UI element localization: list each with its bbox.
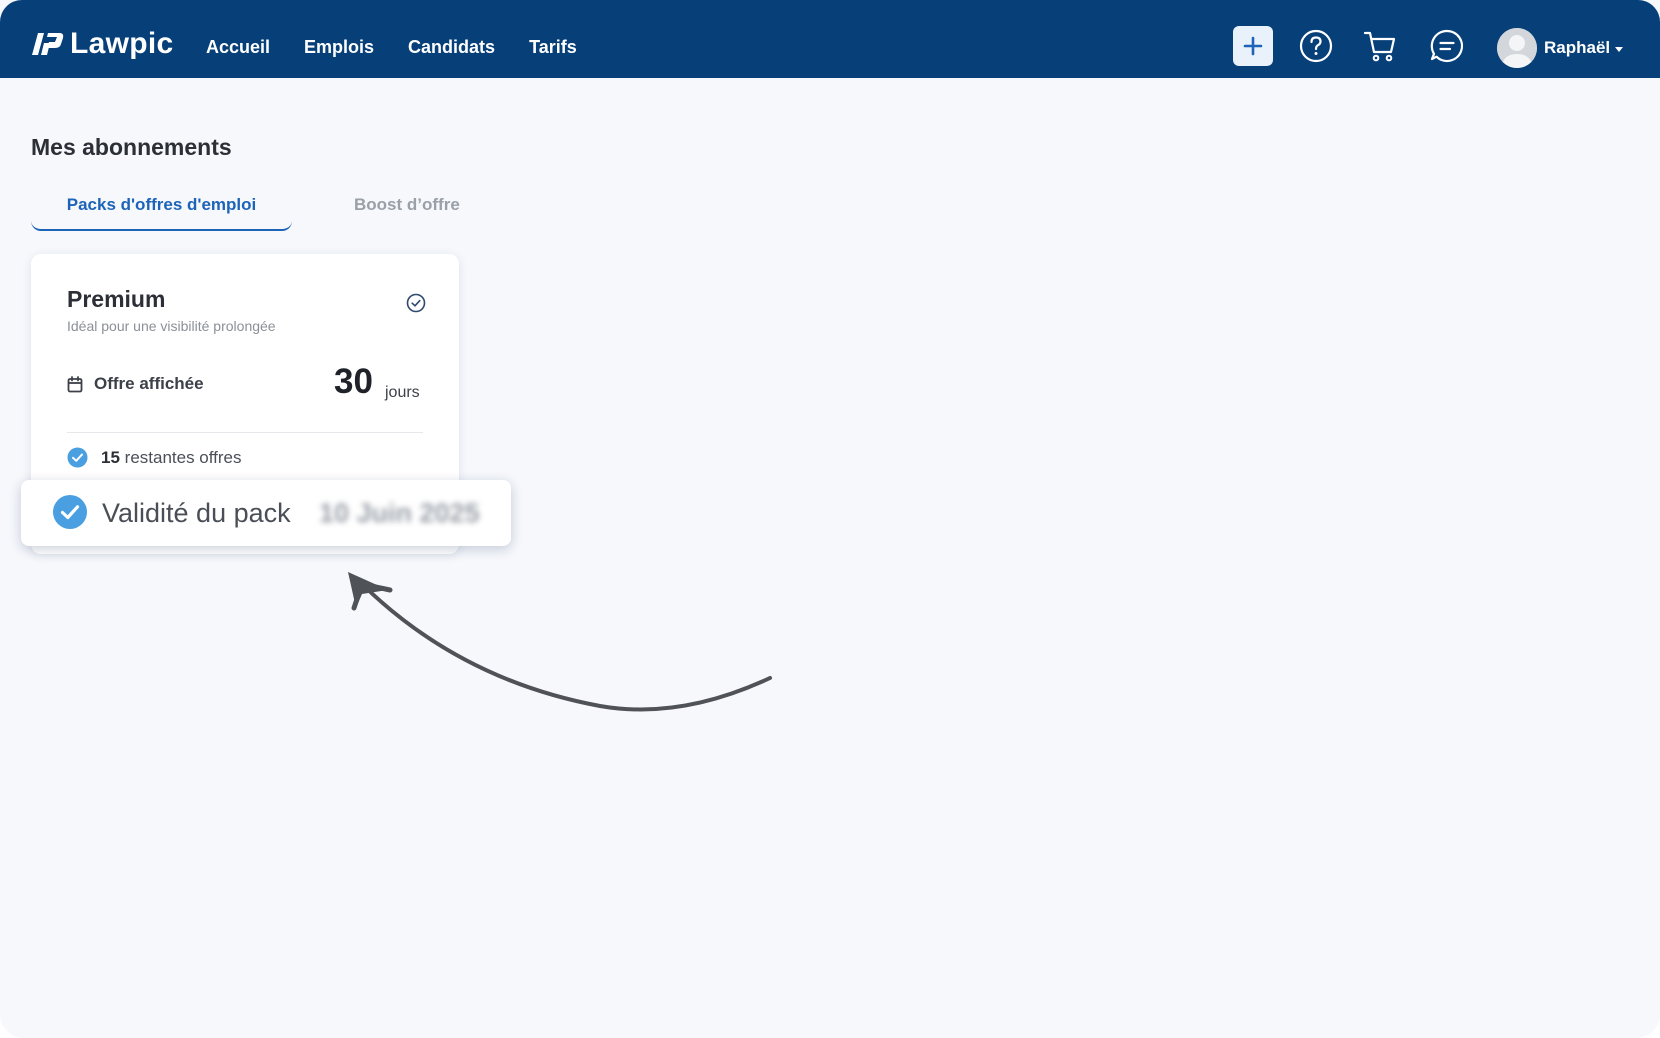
user-menu[interactable]: Raphaël	[1497, 28, 1624, 68]
lawpic-logo-icon	[32, 33, 64, 55]
brand-name: Lawpic	[70, 27, 174, 60]
top-navbar: Lawpic Accueil Emplois Candidats Tarifs	[0, 0, 1660, 78]
page-title: Mes abonnements	[31, 134, 232, 160]
chat-icon[interactable]	[1429, 28, 1465, 64]
tab-packs-offres[interactable]: Packs d'offres d'emploi	[31, 195, 292, 231]
brand-logo[interactable]: Lawpic	[30, 28, 174, 60]
nav-item-tarifs[interactable]: Tarifs	[529, 36, 577, 58]
help-icon[interactable]	[1298, 28, 1334, 64]
nav-item-emplois[interactable]: Emplois	[304, 36, 374, 58]
main-nav: Accueil Emplois Candidats Tarifs	[206, 36, 611, 58]
remaining-count: 15	[101, 448, 120, 467]
calendar-icon	[67, 376, 83, 393]
plan-subtitle: Idéal pour une visibilité prolongée	[67, 318, 276, 334]
check-filled-icon	[67, 447, 88, 468]
nav-item-candidats[interactable]: Candidats	[408, 36, 495, 58]
check-filled-icon	[53, 495, 87, 529]
annotation-arrow-icon	[348, 572, 772, 712]
nav-item-accueil[interactable]: Accueil	[206, 36, 270, 58]
pack-validity-callout: Validité du pack 10 Juin 2025	[21, 480, 511, 546]
divider	[67, 432, 423, 433]
offer-duration-label: Offre affichée	[94, 374, 204, 393]
user-name: Raphaël	[1544, 38, 1611, 57]
create-button[interactable]	[1233, 26, 1273, 66]
offer-duration-unit: jours	[385, 384, 420, 401]
avatar	[1497, 28, 1537, 68]
cart-icon[interactable]	[1362, 28, 1398, 64]
offer-duration-value: 30	[334, 362, 373, 401]
remaining-offers: 15 restantes offres	[101, 448, 242, 468]
app-frame: Lawpic Accueil Emplois Candidats Tarifs	[0, 0, 1660, 1038]
tab-label: Boost d’offre	[354, 195, 460, 214]
user-avatar-icon	[1497, 28, 1537, 68]
tab-label: Packs d'offres d'emploi	[66, 195, 257, 214]
tab-boost-offre[interactable]: Boost d’offre	[354, 195, 460, 215]
plus-icon	[1243, 36, 1263, 56]
remaining-label: restantes offres	[124, 448, 242, 467]
validity-date: 10 Juin 2025	[319, 498, 480, 528]
chevron-down-icon	[1615, 46, 1624, 52]
plan-title: Premium	[67, 286, 166, 312]
validity-label: Validité du pack	[102, 498, 291, 528]
check-circle-icon	[406, 293, 426, 313]
